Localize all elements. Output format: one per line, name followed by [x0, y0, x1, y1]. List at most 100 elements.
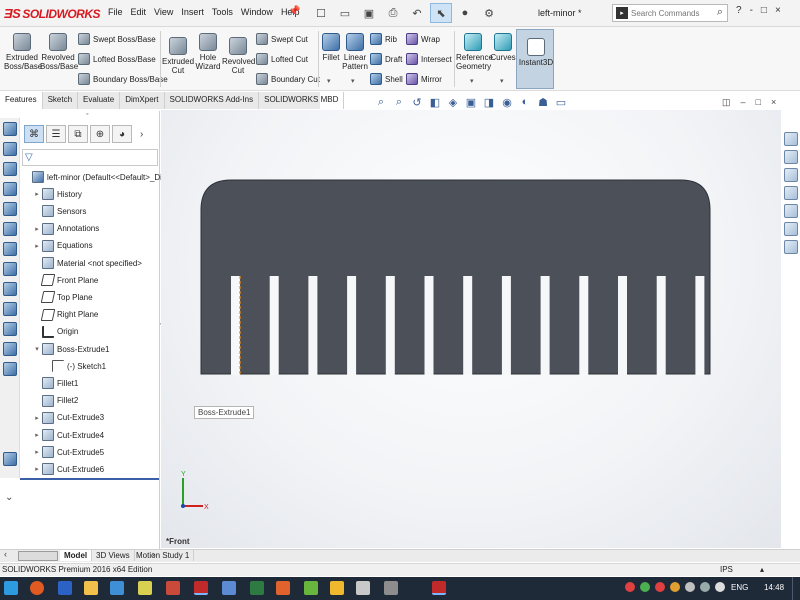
reference-dropdown-icon[interactable]: ▾ [470, 77, 474, 85]
dynamic-annotation-icon[interactable]: ◈ [446, 95, 460, 109]
wrap-button[interactable]: Wrap [406, 31, 440, 47]
tree-item-right-plane[interactable]: Right Plane [32, 307, 98, 323]
tree-item-material-not-specified[interactable]: Material <not specified> [32, 255, 142, 271]
forum-icon[interactable] [784, 240, 798, 254]
view-palette-icon[interactable] [784, 186, 798, 200]
property-manager-tab-icon[interactable]: ☰ [46, 125, 66, 143]
shortcut-8-icon[interactable] [3, 262, 17, 276]
pin-icon[interactable]: 📌 [288, 6, 300, 17]
shell-button[interactable]: Shell [370, 71, 403, 87]
hole-wizard-button[interactable]: Hole Wizard [194, 33, 222, 71]
configuration-manager-tab-icon[interactable]: ⧉ [68, 125, 88, 143]
new-document-icon[interactable]: ☐ [310, 3, 332, 23]
minimize-button[interactable]: - [750, 5, 753, 16]
app-6-icon[interactable] [166, 581, 180, 595]
chrome-icon[interactable] [30, 581, 44, 595]
tab-mbd[interactable]: SOLIDWORKS MBD [259, 92, 345, 109]
search-box[interactable]: ▸ ⌕ [612, 4, 728, 22]
pattern-dropdown-icon[interactable]: ▾ [351, 77, 355, 85]
shortcut-5-icon[interactable] [3, 202, 17, 216]
tree-item-cut-extrude5[interactable]: ▸ Cut-Extrude5 [32, 444, 104, 460]
app-13-icon[interactable] [356, 581, 370, 595]
show-desktop-button[interactable] [792, 577, 800, 600]
tree-item-boss-extrude1[interactable]: ▾ Boss-Extrude1 [32, 341, 109, 357]
tree-item-cut-extrude6[interactable]: ▸ Cut-Extrude6 [32, 461, 104, 477]
swept-boss-button[interactable]: Swept Boss/Base [78, 31, 156, 47]
tree-item-fillet2[interactable]: Fillet2 [32, 393, 78, 409]
tree-item-annotations[interactable]: ▸ Annotations [32, 221, 99, 237]
menu-edit[interactable]: Edit [127, 7, 151, 17]
menu-insert[interactable]: Insert [177, 7, 208, 17]
tree-item-origin[interactable]: Origin [32, 324, 78, 340]
curves-button[interactable]: Curves [490, 33, 516, 62]
tab-addins[interactable]: SOLIDWORKS Add-Ins [165, 92, 260, 109]
close-button[interactable]: × [775, 5, 781, 16]
print-icon[interactable]: ⎙ [382, 3, 404, 23]
app-5-icon[interactable] [138, 581, 152, 595]
intersect-button[interactable]: Intersect [406, 51, 452, 67]
tray-3-icon[interactable] [655, 582, 665, 592]
section-view-icon[interactable]: ◧ [428, 95, 442, 109]
expand-arrow-icon[interactable]: ▸ [32, 242, 42, 250]
tab-model[interactable]: Model [60, 550, 93, 561]
explorer-icon[interactable] [84, 581, 98, 595]
tab-evaluate[interactable]: Evaluate [78, 92, 121, 109]
display-style-icon[interactable]: ◨ [482, 95, 496, 109]
graphics-area[interactable]: Y X [161, 110, 781, 548]
menu-window[interactable]: Window [237, 7, 277, 17]
app-15-icon[interactable] [432, 581, 446, 595]
tree-item-fillet1[interactable]: Fillet1 [32, 375, 78, 391]
fillet-button[interactable]: Fillet [320, 33, 342, 62]
rollback-bar[interactable] [20, 478, 159, 480]
instant3d-button[interactable]: Instant3D [516, 29, 554, 89]
swept-cut-button[interactable]: Swept Cut [256, 31, 308, 47]
ie-icon[interactable] [58, 581, 72, 595]
tabs-scroll-right-icon[interactable]: › [140, 129, 143, 140]
rebuild-icon[interactable]: ● [454, 3, 476, 23]
tree-item-equations[interactable]: ▸ Equations [32, 238, 93, 254]
zoom-area-icon[interactable]: ⌕ [392, 95, 406, 109]
boundary-boss-button[interactable]: Boundary Boss/Base [78, 71, 168, 87]
view-orientation-icon[interactable]: ▣ [464, 95, 478, 109]
expand-arrow-icon[interactable]: ▸ [32, 448, 42, 456]
shortcut-10-icon[interactable] [3, 302, 17, 316]
shortcut-12-icon[interactable] [3, 342, 17, 356]
battery-icon[interactable] [700, 582, 710, 592]
edit-appearance-icon[interactable]: ◐ [518, 95, 532, 109]
solidworks-logo[interactable]: ƎS SOLIDWORKS [4, 3, 101, 24]
previous-view-icon[interactable]: ↺ [410, 95, 424, 109]
rib-button[interactable]: Rib [370, 31, 397, 47]
shortcut-11-icon[interactable] [3, 322, 17, 336]
expand-arrow-icon[interactable]: ▾ [32, 345, 42, 353]
revolved-cut-button[interactable]: Revolved Cut [222, 37, 255, 75]
app-12-icon[interactable] [330, 581, 344, 595]
expand-arrow-icon[interactable]: ▸ [32, 190, 42, 198]
mirror-button[interactable]: Mirror [406, 71, 442, 87]
hide-show-items-icon[interactable]: ◉ [500, 95, 514, 109]
save-icon[interactable]: ▣ [358, 3, 380, 23]
app-9-icon[interactable] [250, 581, 264, 595]
shortcut-14-icon[interactable] [3, 452, 17, 466]
lofted-cut-button[interactable]: Lofted Cut [256, 51, 308, 67]
magnifier-icon[interactable]: ⌕ [717, 6, 723, 19]
shortcut-13-icon[interactable] [3, 362, 17, 376]
tree-item-top-plane[interactable]: Top Plane [32, 289, 93, 305]
shortcut-7-icon[interactable] [3, 242, 17, 256]
undo-icon[interactable]: ↶ [406, 3, 428, 23]
app-10-icon[interactable] [276, 581, 290, 595]
start-button-icon[interactable] [4, 581, 18, 595]
app-14-icon[interactable] [384, 581, 398, 595]
solidworks-resources-icon[interactable] [784, 132, 798, 146]
tree-item-sketch1[interactable]: (-) Sketch1 [42, 358, 106, 374]
units-dropdown-icon[interactable]: ▴ [760, 565, 764, 574]
maximize-button[interactable]: □ [761, 5, 767, 16]
draft-button[interactable]: Draft [370, 51, 402, 67]
apply-scene-icon[interactable]: ☗ [536, 95, 550, 109]
appearances-icon[interactable] [784, 204, 798, 218]
shortcut-1-icon[interactable] [3, 122, 17, 136]
shortcut-4-icon[interactable] [3, 182, 17, 196]
network-icon[interactable] [685, 582, 695, 592]
feature-filter-input[interactable]: ▽ [22, 149, 158, 166]
minimize-view-icon[interactable]: – [741, 97, 746, 108]
shortcut-6-icon[interactable] [3, 222, 17, 236]
